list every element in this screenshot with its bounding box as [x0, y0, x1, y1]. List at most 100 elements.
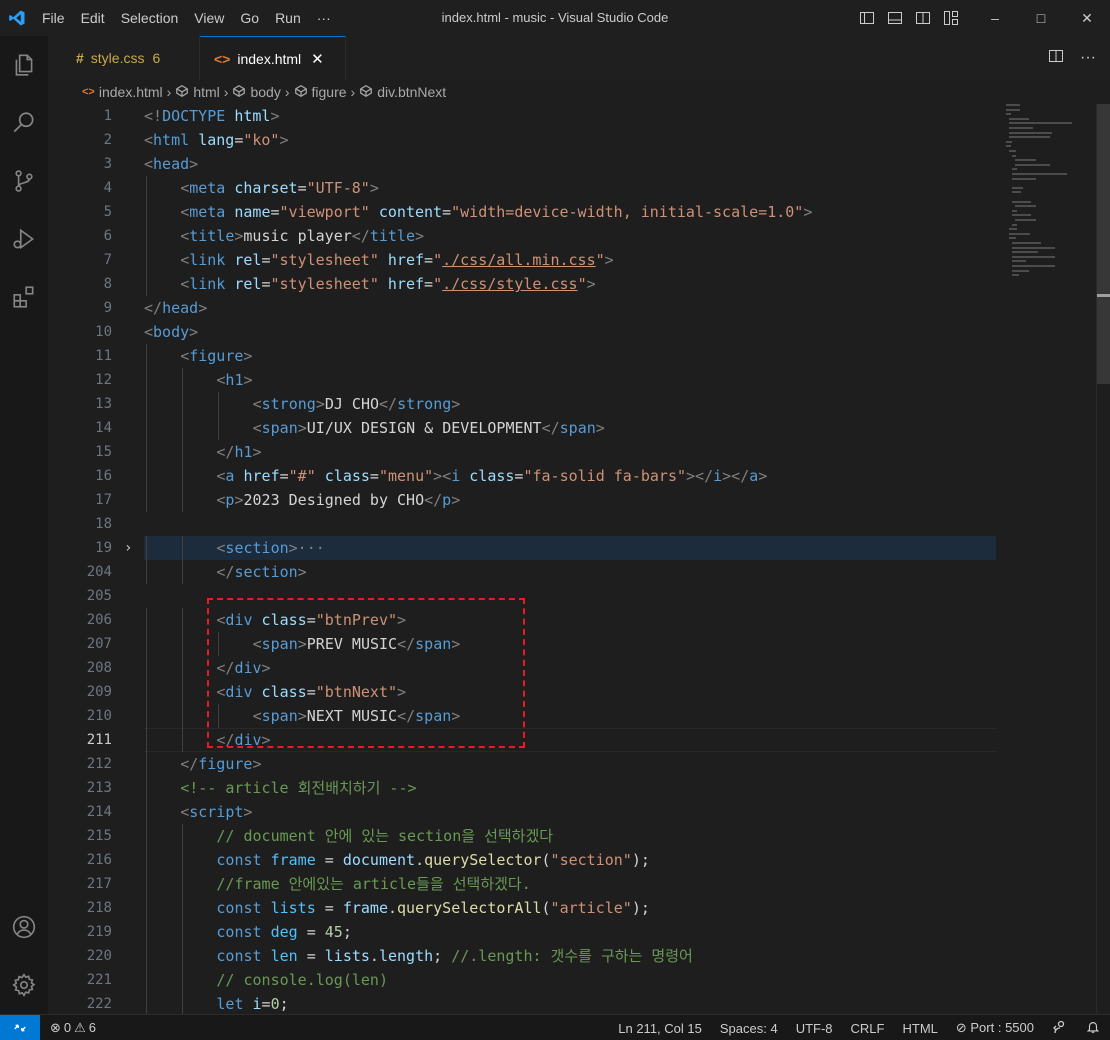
minimap-line	[1012, 191, 1021, 194]
explorer-icon[interactable]	[0, 36, 48, 94]
menu-item[interactable]: Edit	[73, 0, 113, 36]
line-number: 11	[95, 348, 112, 364]
code-line[interactable]: 216 const frame = document.querySelector(…	[48, 848, 1048, 872]
code-line[interactable]: 214 <script>	[48, 800, 1048, 824]
tab-index-html[interactable]: <> index.html ✕	[200, 36, 346, 80]
code-token: <	[144, 155, 154, 173]
code-line[interactable]: 1 <!DOCTYPE html>	[48, 104, 1048, 128]
minimize-button[interactable]: –	[972, 0, 1018, 36]
code-token: i	[713, 467, 723, 485]
menu-item[interactable]: Run	[267, 0, 309, 36]
minimap[interactable]	[1000, 104, 1095, 304]
cursor-position[interactable]: Ln 211, Col 15	[618, 1021, 702, 1036]
menu-item[interactable]: Selection	[113, 0, 187, 36]
code-token: "	[577, 275, 587, 293]
minimap-line	[1009, 136, 1051, 139]
code-line[interactable]: 219 const deg = 45;	[48, 920, 1048, 944]
code-line[interactable]: 208 </div>	[48, 656, 1048, 680]
breadcrumb-item[interactable]: div.btnNext	[359, 84, 446, 101]
code-line[interactable]: 11 <figure>	[48, 344, 1048, 368]
more-actions-button[interactable]: ···	[1080, 49, 1096, 67]
code-token: span	[415, 635, 452, 653]
code-token: // console.log(len)	[216, 971, 388, 989]
code-line[interactable]: 215 // document 안에 있는 section을 선택하겠다	[48, 824, 1048, 848]
search-icon[interactable]	[0, 94, 48, 152]
editor-scrollbar[interactable]	[1096, 104, 1110, 1014]
run-and-debug-icon[interactable]	[0, 210, 48, 268]
menu-item[interactable]: File	[34, 0, 73, 36]
maximize-button[interactable]: □	[1018, 0, 1064, 36]
live-server-port[interactable]: ⊘ Port : 5500	[956, 1020, 1034, 1036]
code-line[interactable]: 19 › <section>···	[48, 536, 1048, 560]
language-mode[interactable]: HTML	[902, 1021, 937, 1036]
code-line[interactable]: 218 const lists = frame.querySelectorAll(…	[48, 896, 1048, 920]
code-line[interactable]: 6 <title>music player</title>	[48, 224, 1048, 248]
code-line[interactable]: 8 <link rel="stylesheet" href="./css/styl…	[48, 272, 1048, 296]
close-window-button[interactable]: ✕	[1064, 0, 1110, 36]
code-line[interactable]: 204 </section>	[48, 560, 1048, 584]
toggle-panel-icon[interactable]	[886, 9, 904, 27]
breadcrumb-item[interactable]: body	[232, 84, 281, 101]
scrollbar-thumb[interactable]	[1097, 104, 1110, 384]
tab-style-css[interactable]: # style.css 6	[48, 36, 200, 80]
code-line[interactable]: 4 <meta charset="UTF-8">	[48, 176, 1048, 200]
code-token: >	[686, 467, 696, 485]
code-line[interactable]: 3 <head>	[48, 152, 1048, 176]
code-line[interactable]: 18	[48, 512, 1048, 536]
close-tab-icon[interactable]: ✕	[311, 50, 324, 68]
code-line[interactable]: 213 <!-- article 회전배치하기 -->	[48, 776, 1048, 800]
code-editor[interactable]: 1 <!DOCTYPE html> 2 <html lang="ko"> 3 <head>…	[48, 104, 1110, 1014]
code-line[interactable]: 2 <html lang="ko">	[48, 128, 1048, 152]
code-line[interactable]: 5 <meta name="viewport" content="width=de…	[48, 200, 1048, 224]
code-text: <head>	[144, 152, 198, 176]
code-text: const deg = 45;	[216, 920, 351, 944]
problems-indicator[interactable]: ⊗ 0 ⚠ 6	[50, 1020, 96, 1036]
code-line[interactable]: 14 <span>UI/UX DESIGN & DEVELOPMENT</span…	[48, 416, 1048, 440]
code-line[interactable]: 15 </h1>	[48, 440, 1048, 464]
feedback-icon[interactable]	[1052, 1019, 1068, 1038]
code-token: "article"	[550, 899, 632, 917]
source-control-icon[interactable]	[0, 152, 48, 210]
minimap-line	[1015, 219, 1036, 221]
breadcrumb-item[interactable]: figure	[294, 84, 347, 101]
code-line[interactable]: 211 </div>	[48, 728, 1048, 752]
accounts-icon[interactable]	[0, 898, 48, 956]
remote-indicator-icon[interactable]	[0, 1014, 40, 1040]
customize-layout-icon[interactable]	[942, 9, 960, 27]
code-line[interactable]: 212 </figure>	[48, 752, 1048, 776]
code-line[interactable]: 17 <p>2023 Designed by CHO</p>	[48, 488, 1048, 512]
notifications-bell-icon[interactable]	[1086, 1020, 1100, 1037]
code-line[interactable]: 13 <strong>DJ CHO</strong>	[48, 392, 1048, 416]
code-line[interactable]: 221 // console.log(len)	[48, 968, 1048, 992]
code-line[interactable]: 10 <body>	[48, 320, 1048, 344]
code-text: </div>	[216, 656, 270, 680]
code-line[interactable]: 222 let i=0;	[48, 992, 1048, 1014]
code-line[interactable]: 207 <span>PREV MUSIC</span>	[48, 632, 1048, 656]
toggle-secondary-sidebar-icon[interactable]	[914, 9, 932, 27]
code-line[interactable]: 12 <h1>	[48, 368, 1048, 392]
code-line[interactable]: 217 //frame 안에있는 article들을 선택하겠다.	[48, 872, 1048, 896]
toggle-primary-sidebar-icon[interactable]	[858, 9, 876, 27]
minimap-line	[1015, 205, 1036, 208]
split-editor-icon[interactable]	[1048, 48, 1064, 69]
breadcrumb-item[interactable]: <> index.html	[82, 84, 163, 100]
fold-chevron-icon[interactable]: ›	[124, 536, 132, 560]
code-line[interactable]: 16 <a href="#" class="menu"><i class="fa-…	[48, 464, 1048, 488]
code-line[interactable]: 220 const len = lists.length; //.length: …	[48, 944, 1048, 968]
indentation[interactable]: Spaces: 4	[720, 1021, 778, 1036]
code-line[interactable]: 205	[48, 584, 1048, 608]
settings-gear-icon[interactable]	[0, 956, 48, 1014]
code-line[interactable]: 9 </head>	[48, 296, 1048, 320]
end-of-line[interactable]: CRLF	[851, 1021, 885, 1036]
code-line[interactable]: 210 <span>NEXT MUSIC</span>	[48, 704, 1048, 728]
menu-item[interactable]: Go	[232, 0, 267, 36]
code-line[interactable]: 206 <div class="btnPrev">	[48, 608, 1048, 632]
encoding[interactable]: UTF-8	[796, 1021, 833, 1036]
code-line[interactable]: 7 <link rel="stylesheet" href="./css/all.…	[48, 248, 1048, 272]
code-line[interactable]: 209 <div class="btnNext">	[48, 680, 1048, 704]
menu-item[interactable]: ···	[309, 0, 339, 36]
extensions-icon[interactable]	[0, 268, 48, 326]
code-token: </	[695, 467, 714, 485]
menu-item[interactable]: View	[186, 0, 232, 36]
breadcrumb-item[interactable]: html	[175, 84, 220, 101]
